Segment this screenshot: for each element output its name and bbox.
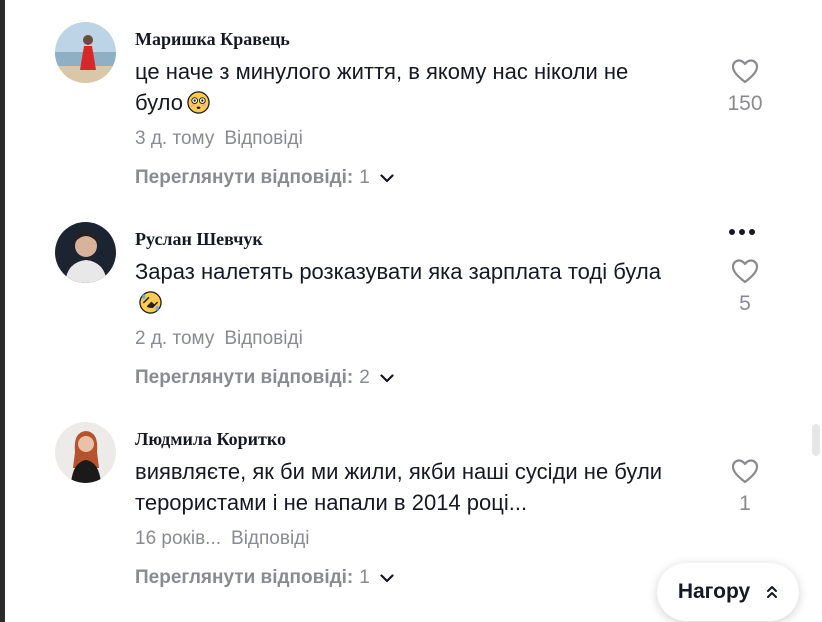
reply-button[interactable]: Відповіді bbox=[231, 528, 309, 549]
chevron-down-icon bbox=[380, 173, 394, 182]
view-replies-button[interactable]: Переглянути відповіді: 2 bbox=[135, 367, 394, 389]
comment-text-body: виявляєте, як би ми жили, якби наші сусі… bbox=[135, 459, 663, 515]
comment-item: Маришка Кравець це наче з минулого життя… bbox=[55, 22, 775, 222]
replies-count: 1 bbox=[359, 167, 370, 188]
comment-text: Зараз налетять розказувати яка зарплата … bbox=[135, 256, 675, 318]
avatar[interactable] bbox=[55, 422, 116, 483]
reply-button[interactable]: Відповіді bbox=[224, 328, 302, 349]
view-replies-label: Переглянути відповіді: bbox=[135, 367, 354, 388]
like-count: 5 bbox=[739, 292, 751, 315]
comment-time: 3 д. тому bbox=[135, 128, 215, 149]
comment-meta: 3 д. тому Відповіді bbox=[135, 128, 303, 150]
comment-text-body: Зараз налетять розказувати яка зарплата … bbox=[135, 259, 661, 284]
more-options-button[interactable] bbox=[729, 222, 761, 235]
comment-meta: 16 років... Відповіді bbox=[135, 528, 309, 550]
heart-icon bbox=[731, 59, 759, 84]
chevron-down-icon bbox=[380, 373, 394, 382]
rolling-laughing-emoji-icon bbox=[139, 291, 162, 314]
comment-time: 16 років... bbox=[135, 528, 222, 549]
comment-meta: 2 д. тому Відповіді bbox=[135, 328, 303, 350]
heart-icon bbox=[731, 459, 759, 484]
comment-text: це наче з минулого життя, в якому нас ні… bbox=[135, 56, 675, 118]
like-button[interactable]: 5 bbox=[723, 258, 767, 316]
back-to-top-button[interactable]: Нагору bbox=[657, 563, 799, 621]
window-edge bbox=[0, 0, 5, 622]
flushed-face-emoji-icon bbox=[187, 91, 210, 114]
comment-username[interactable]: Маришка Кравець bbox=[135, 29, 290, 50]
like-button[interactable]: 150 bbox=[723, 58, 767, 116]
comment-username[interactable]: Людмила Коритко bbox=[135, 429, 286, 450]
comment-text: виявляєте, як би ми жили, якби наші сусі… bbox=[135, 456, 675, 518]
view-replies-button[interactable]: Переглянути відповіді: 1 bbox=[135, 167, 394, 189]
comment-time: 2 д. тому bbox=[135, 328, 215, 349]
like-count: 1 bbox=[739, 492, 751, 515]
view-replies-label: Переглянути відповіді: bbox=[135, 567, 354, 588]
like-count: 150 bbox=[727, 92, 763, 115]
avatar[interactable] bbox=[55, 222, 116, 283]
heart-icon bbox=[731, 259, 759, 284]
comment-item: Руслан Шевчук Зараз налетять розказувати… bbox=[55, 222, 775, 422]
chevron-down-icon bbox=[380, 573, 394, 582]
comment-username[interactable]: Руслан Шевчук bbox=[135, 229, 263, 250]
back-to-top-label: Нагору bbox=[677, 580, 751, 603]
like-button[interactable]: 1 bbox=[723, 458, 767, 516]
avatar[interactable] bbox=[55, 22, 116, 83]
replies-count: 1 bbox=[359, 567, 370, 588]
scrollbar-thumb[interactable] bbox=[812, 424, 820, 456]
view-replies-button[interactable]: Переглянути відповіді: 1 bbox=[135, 567, 394, 589]
replies-count: 2 bbox=[359, 367, 370, 388]
reply-button[interactable]: Відповіді bbox=[224, 128, 302, 149]
double-chevron-up-icon bbox=[767, 586, 778, 598]
view-replies-label: Переглянути відповіді: bbox=[135, 167, 354, 188]
